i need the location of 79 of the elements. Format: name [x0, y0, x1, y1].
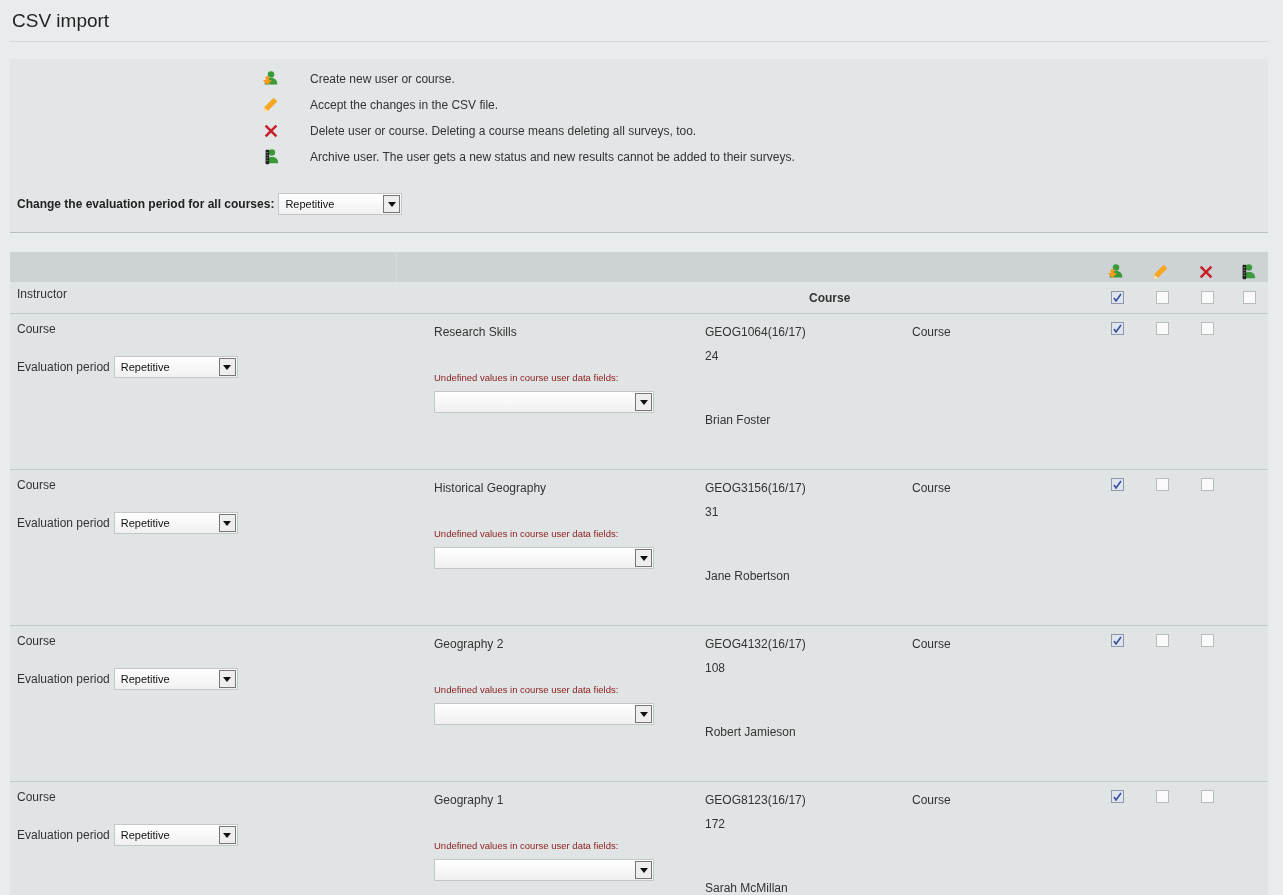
checkbox[interactable]	[1111, 291, 1124, 304]
caret-icon	[223, 676, 232, 682]
field-label: Change the evaluation period for all courses:	[17, 197, 275, 211]
course-name: Historical Geography	[434, 481, 548, 495]
caret-icon	[223, 364, 232, 370]
dropdown-field[interactable]	[434, 703, 654, 725]
dropdown-field[interactable]	[434, 391, 654, 413]
instructor-name: Sarah McMillan	[705, 881, 789, 895]
course-code: GEOG1064(16/17)	[705, 325, 807, 339]
checkbox[interactable]	[1156, 322, 1169, 335]
warning-text: Undefined values in course user data fields:	[434, 528, 620, 539]
cross-icon	[262, 122, 280, 140]
caret-icon	[387, 201, 396, 207]
instructor-name: Robert Jamieson	[705, 725, 797, 739]
row-label: Course	[17, 322, 57, 336]
participant-count: 24	[705, 349, 720, 363]
caret-icon	[223, 520, 232, 526]
course-code: GEOG3156(16/17)	[705, 481, 807, 495]
pencil-icon	[262, 96, 280, 114]
checkbox[interactable]	[1156, 291, 1169, 304]
checkbox[interactable]	[1156, 634, 1169, 647]
row-label: Instructor	[16, 286, 68, 301]
checkbox[interactable]	[1156, 478, 1169, 491]
caret-icon	[639, 555, 648, 561]
dropdown-field[interactable]: Repetitive	[113, 824, 238, 846]
type-label: Course	[911, 792, 952, 809]
instructor-name: Brian Foster	[705, 413, 772, 427]
course-name: Geography 1	[434, 793, 505, 807]
row-label: Course	[17, 790, 57, 804]
checkbox[interactable]	[1201, 478, 1214, 491]
legend-text: Create new user or course.	[310, 72, 456, 86]
caret-icon	[639, 399, 648, 405]
warning-text: Undefined values in course user data fields:	[434, 840, 620, 851]
row-label: Course	[17, 634, 57, 648]
dropdown-field[interactable]: Repetitive	[113, 356, 238, 378]
checkbox[interactable]	[1111, 478, 1124, 491]
checkbox[interactable]	[1111, 634, 1124, 647]
caret-icon	[639, 711, 648, 717]
caret-icon	[639, 867, 648, 873]
type-label: Course	[911, 636, 952, 653]
warning-text: Undefined values in course user data fields:	[434, 372, 620, 383]
dropdown-field[interactable]: Repetitive	[113, 668, 238, 690]
caret-icon	[223, 832, 232, 838]
instructor-name: Jane Robertson	[705, 569, 791, 583]
field-label: Evaluation period	[17, 516, 110, 530]
dropdown-field[interactable]: Repetitive	[278, 193, 403, 215]
course-name: Research Skills	[434, 325, 518, 339]
checkbox[interactable]	[1111, 322, 1124, 335]
type-label: Course	[911, 324, 952, 341]
dropdown-field[interactable]	[434, 547, 654, 569]
checkbox[interactable]	[1201, 634, 1214, 647]
checkbox[interactable]	[1201, 790, 1214, 803]
person-arrow-icon	[1106, 263, 1125, 281]
dropdown-field[interactable]: Repetitive	[113, 512, 238, 534]
column-heading: Course	[809, 290, 851, 305]
field-label: Evaluation period	[17, 672, 110, 686]
legend-text: Accept the changes in the CSV file.	[310, 98, 500, 112]
page-title: CSV import	[10, 0, 1268, 42]
checkbox[interactable]	[1242, 291, 1256, 304]
checkbox[interactable]	[1111, 790, 1124, 803]
person-arrow-icon	[262, 70, 280, 88]
course-name: Geography 2	[434, 637, 505, 651]
legend-text: Archive user. The user gets a new status and new results cannot be added to their surveys.	[310, 150, 796, 164]
pencil-icon	[1151, 263, 1170, 281]
checkbox[interactable]	[1201, 322, 1214, 335]
warning-text: Undefined values in course user data fields:	[434, 684, 620, 695]
course-code: GEOG8123(16/17)	[705, 793, 807, 807]
participant-count: 108	[705, 661, 727, 675]
type-label: Course	[911, 480, 952, 497]
legend-text: Delete user or course. Deleting a course means deleting all surveys, too.	[310, 124, 698, 138]
field-label: Evaluation period	[17, 360, 110, 374]
course-code: GEOG4132(16/17)	[705, 637, 807, 651]
participant-count: 31	[705, 505, 720, 519]
field-label: Evaluation period	[17, 828, 110, 842]
row-label: Course	[17, 478, 57, 492]
checkbox[interactable]	[1156, 790, 1169, 803]
checkbox[interactable]	[1201, 291, 1214, 304]
dropdown-field[interactable]	[434, 859, 654, 881]
participant-count: 172	[705, 817, 727, 831]
